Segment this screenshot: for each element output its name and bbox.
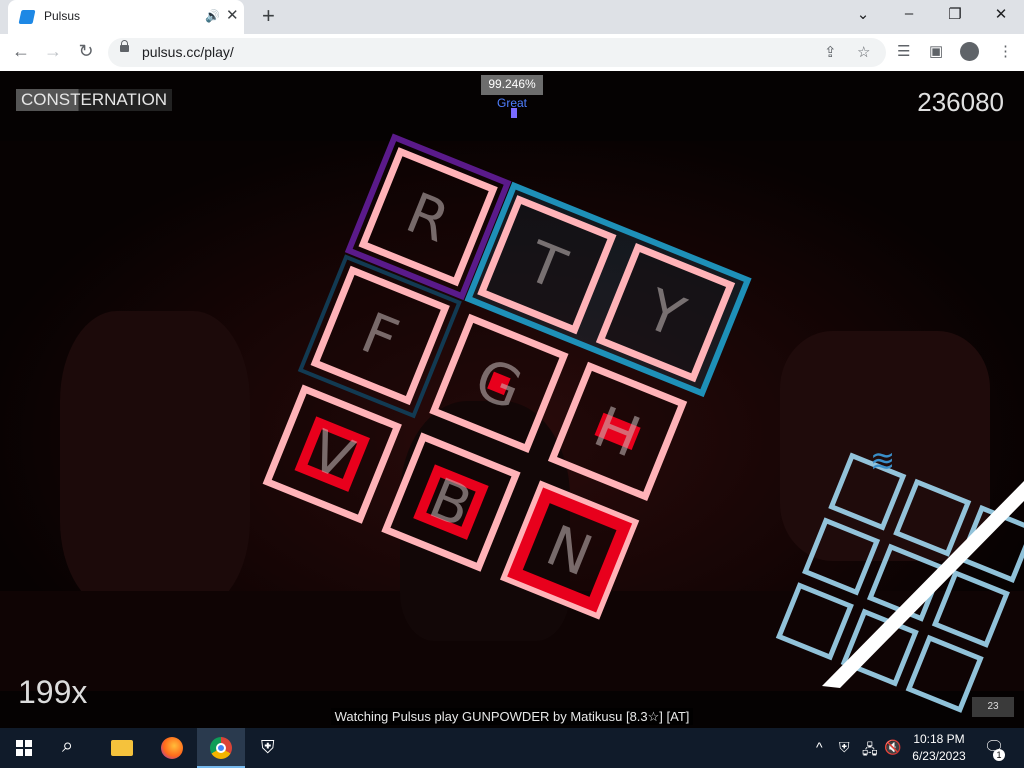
combo-counter: 199x xyxy=(18,674,88,710)
media-controls-icon[interactable]: ☰ xyxy=(897,42,910,60)
ghost-tile xyxy=(893,478,972,557)
tab-pulsus[interactable]: Pulsus 🔊 ✕ xyxy=(8,0,244,34)
game-canvas[interactable]: ≋ RTYFGHVBN CONSTERNATION 99.246% Great … xyxy=(0,71,1024,728)
defender-warning-icon[interactable]: ⛨ xyxy=(839,739,850,756)
playfield: ≋ RTYFGHVBN xyxy=(262,133,1024,713)
firefox-icon xyxy=(161,737,183,759)
menu-kebab-icon[interactable]: ⋮ xyxy=(998,42,1013,60)
ghost-tile xyxy=(775,582,854,661)
frame-counter: 23 xyxy=(972,697,1014,717)
tab-search-icon[interactable]: ⌄ xyxy=(848,5,878,23)
watching-text: Watching Pulsus play GUNPOWDER by Matiku… xyxy=(330,708,694,725)
browser-tab-strip: Pulsus 🔊 ✕ + ⌄ – ❐ ✕ xyxy=(0,0,1024,34)
browser-toolbar: ← → ↻ pulsus.cc/play/ ⇪ ☆ ☰ ▣ ⋮ xyxy=(0,34,1024,72)
search-button[interactable]: ⌕ xyxy=(48,728,96,768)
side-panel-icon[interactable]: ▣ xyxy=(929,42,943,60)
back-button[interactable]: ← xyxy=(10,41,32,62)
windows-taskbar: ⌕ ⛨ ^ ⛨ 🖧 🔇 10:18 PM 6/23/2023 🗨 1 xyxy=(0,728,1024,768)
score: 236080 xyxy=(917,87,1004,117)
key-tile-b: B xyxy=(381,432,521,572)
accuracy-meter: 99.246% xyxy=(481,75,543,95)
ghost-tile xyxy=(931,569,1010,648)
url-text[interactable]: pulsus.cc/play/ xyxy=(142,44,234,60)
song-title: CONSTERNATION xyxy=(16,89,173,111)
forward-button[interactable]: → xyxy=(42,41,64,62)
ghost-tile xyxy=(905,634,984,713)
bookmark-star-icon[interactable]: ☆ xyxy=(857,43,870,61)
start-button[interactable] xyxy=(0,728,48,768)
ghost-board xyxy=(775,452,1024,713)
network-icon[interactable]: 🖧 xyxy=(862,739,878,763)
notification-count: 1 xyxy=(993,749,1005,761)
ghost-tile xyxy=(802,517,881,596)
clock-time[interactable]: 10:18 PM xyxy=(910,732,968,746)
address-bar[interactable]: pulsus.cc/play/ ⇪ ☆ xyxy=(108,38,886,67)
accuracy-text: 99.246% xyxy=(488,77,536,91)
lock-icon[interactable] xyxy=(120,40,129,52)
folder-icon xyxy=(111,740,133,756)
close-window-button[interactable]: ✕ xyxy=(986,5,1016,23)
firefox-button[interactable] xyxy=(148,728,196,768)
security-button[interactable]: ⛨ xyxy=(246,728,294,768)
key-tile-n: N xyxy=(499,480,640,620)
watching-banner: Watching Pulsus play GUNPOWDER by Matiku… xyxy=(0,708,1024,725)
key-tile-h: H xyxy=(547,361,688,501)
chrome-center-icon xyxy=(216,743,226,753)
tab-close-icon[interactable]: ✕ xyxy=(226,6,239,24)
new-tab-button[interactable]: + xyxy=(262,3,275,29)
windows-logo-icon xyxy=(16,740,32,756)
pulsus-favicon-icon xyxy=(18,10,36,24)
volume-muted-icon[interactable]: 🔇 xyxy=(884,739,901,756)
tab-audio-icon[interactable]: 🔊 xyxy=(205,9,220,23)
profile-avatar[interactable] xyxy=(960,42,979,61)
ghost-wave-icon: ≋ xyxy=(870,444,895,479)
file-explorer-button[interactable] xyxy=(98,728,146,768)
key-tile-g: G xyxy=(429,313,569,454)
show-hidden-icons-icon[interactable]: ^ xyxy=(816,739,823,755)
tab-title: Pulsus xyxy=(44,9,81,23)
chrome-button[interactable] xyxy=(197,728,245,768)
restore-button[interactable]: ❐ xyxy=(940,5,970,23)
hit-error-indicator xyxy=(511,108,517,118)
key-tile-v: V xyxy=(262,384,402,524)
search-icon: ⌕ xyxy=(62,735,74,757)
reload-button[interactable]: ↻ xyxy=(75,41,97,62)
clock-date[interactable]: 6/23/2023 xyxy=(910,749,968,763)
minimize-button[interactable]: – xyxy=(894,5,924,22)
shield-icon: ⛨ xyxy=(261,737,275,757)
share-icon[interactable]: ⇪ xyxy=(824,43,837,61)
key-board: RTYFGHVBN xyxy=(262,133,752,620)
